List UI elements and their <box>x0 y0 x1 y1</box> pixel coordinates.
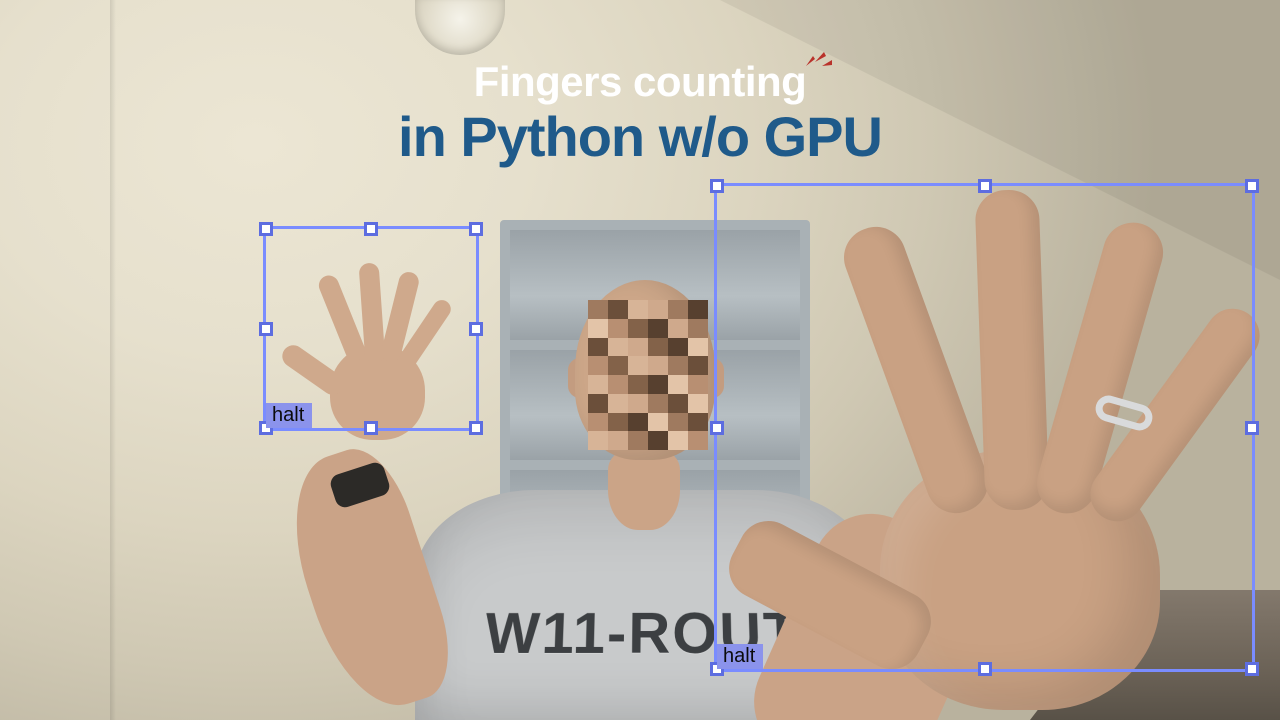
accent-icon <box>802 40 832 70</box>
resize-handle <box>710 179 724 193</box>
resize-handle <box>1245 179 1259 193</box>
resize-handle <box>259 322 273 336</box>
title-block: Fingers counting in Python w/o GPU <box>0 58 1280 169</box>
title-line2: in Python w/o GPU <box>0 104 1280 169</box>
detection-label: halt <box>717 644 763 669</box>
resize-handle <box>469 421 483 435</box>
detection-label: halt <box>266 403 312 428</box>
person-neck <box>608 450 680 530</box>
resize-handle <box>710 421 724 435</box>
ceiling-light <box>415 0 505 55</box>
resize-handle <box>1245 421 1259 435</box>
resize-handle <box>469 322 483 336</box>
face-pixelation <box>588 300 708 450</box>
resize-handle <box>364 421 378 435</box>
resize-handle <box>469 222 483 236</box>
resize-handle <box>364 222 378 236</box>
title-line1-text: Fingers counting <box>474 58 807 105</box>
resize-handle <box>978 662 992 676</box>
detection-box-left: halt <box>263 226 479 431</box>
resize-handle <box>259 222 273 236</box>
resize-handle <box>1245 662 1259 676</box>
title-line1: Fingers counting <box>474 58 807 106</box>
resize-handle <box>978 179 992 193</box>
detection-box-right: halt <box>714 183 1255 672</box>
thumbnail-image: W11-ROUTE Fingers counting in Python w/ <box>0 0 1280 720</box>
